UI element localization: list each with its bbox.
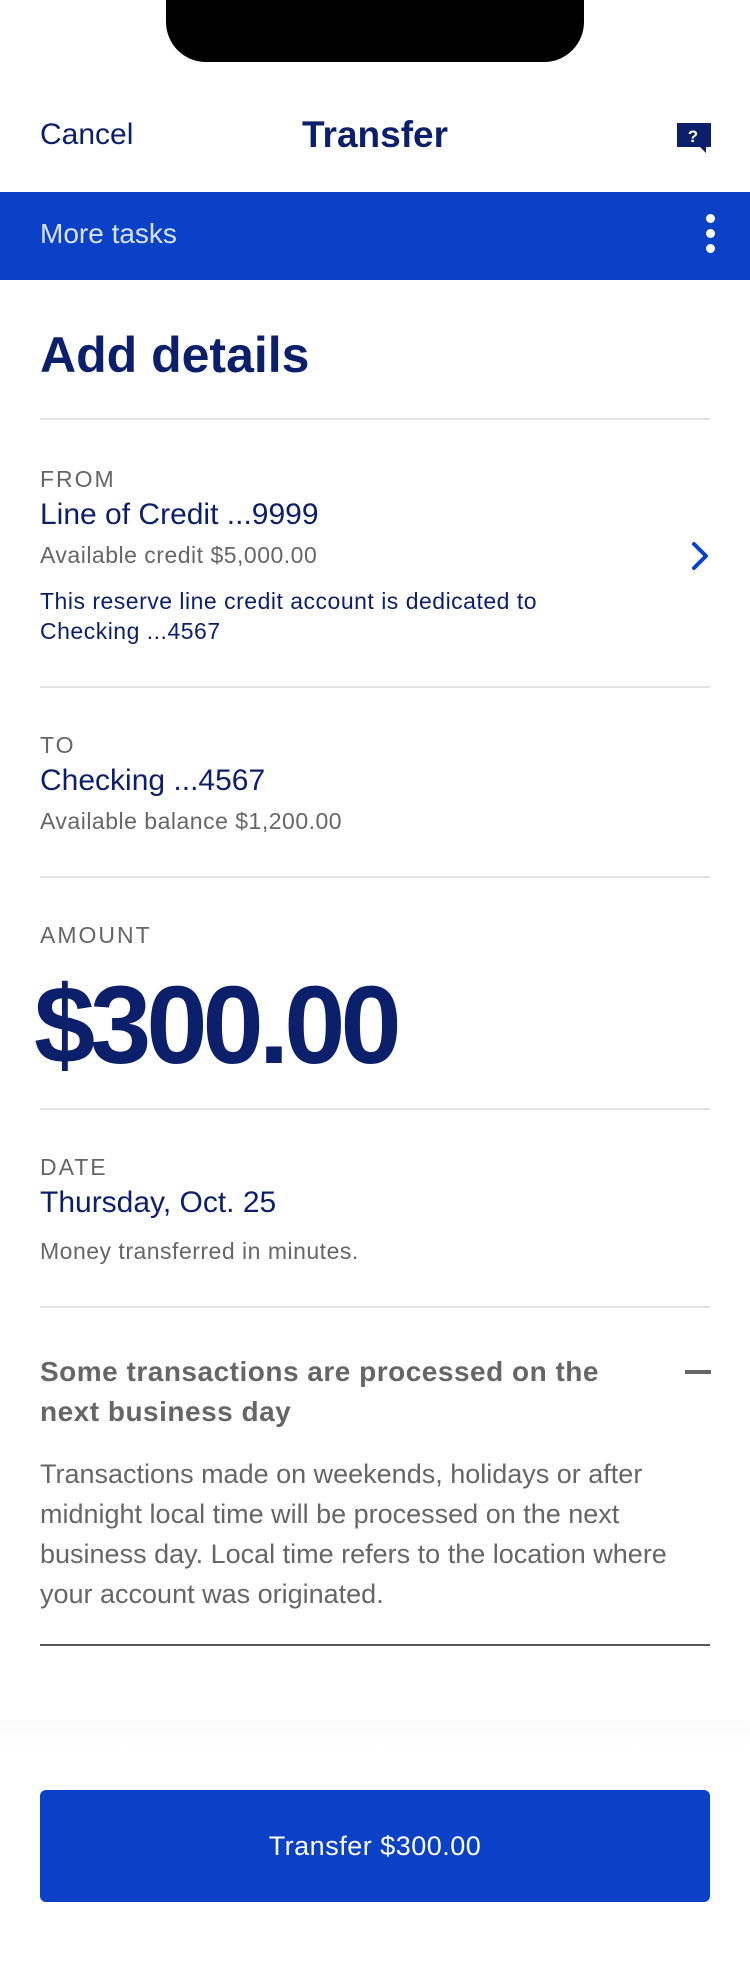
from-available-credit: Available credit $5,000.00 <box>40 542 318 568</box>
to-account[interactable]: Checking ...4567 <box>40 764 265 798</box>
date-note: Money transferred in minutes. <box>40 1238 359 1264</box>
from-label: FROM <box>40 466 116 492</box>
more-tasks-label[interactable]: More tasks <box>40 218 177 250</box>
chevron-right-icon[interactable] <box>688 540 712 572</box>
minus-collapse-icon[interactable] <box>685 1370 711 1374</box>
to-label: TO <box>40 732 76 758</box>
top-navigation: Cancel Transfer ? <box>0 0 750 192</box>
divider <box>40 686 710 688</box>
to-available-balance: Available balance $1,200.00 <box>40 808 343 834</box>
more-tasks-bar[interactable]: More tasks <box>0 192 750 280</box>
date-label: DATE <box>40 1154 108 1180</box>
page-title: Transfer <box>301 114 448 155</box>
divider <box>40 418 710 420</box>
amount-value[interactable]: $300.00 <box>34 962 402 1089</box>
transfer-button[interactable]: Transfer $300.00 <box>40 1790 710 1902</box>
from-account-note: This reserve line credit account is dedi… <box>40 588 538 644</box>
divider <box>40 1108 710 1110</box>
amount-label: AMOUNT <box>40 922 152 948</box>
help-icon[interactable]: ? <box>676 122 712 153</box>
accordion-body: Transactions made on weekends, holidays … <box>40 1459 667 1609</box>
from-account[interactable]: Line of Credit ...9999 <box>40 498 319 532</box>
section-heading: Add details <box>40 327 310 383</box>
divider <box>40 876 710 878</box>
accordion-title[interactable]: Some transactions are processed on the n… <box>40 1352 640 1432</box>
help-icon-glyph: ? <box>688 127 698 146</box>
accordion-divider <box>40 1644 710 1646</box>
divider <box>40 1306 710 1308</box>
date-value[interactable]: Thursday, Oct. 25 <box>40 1186 276 1220</box>
kebab-menu-icon[interactable] <box>700 214 720 258</box>
